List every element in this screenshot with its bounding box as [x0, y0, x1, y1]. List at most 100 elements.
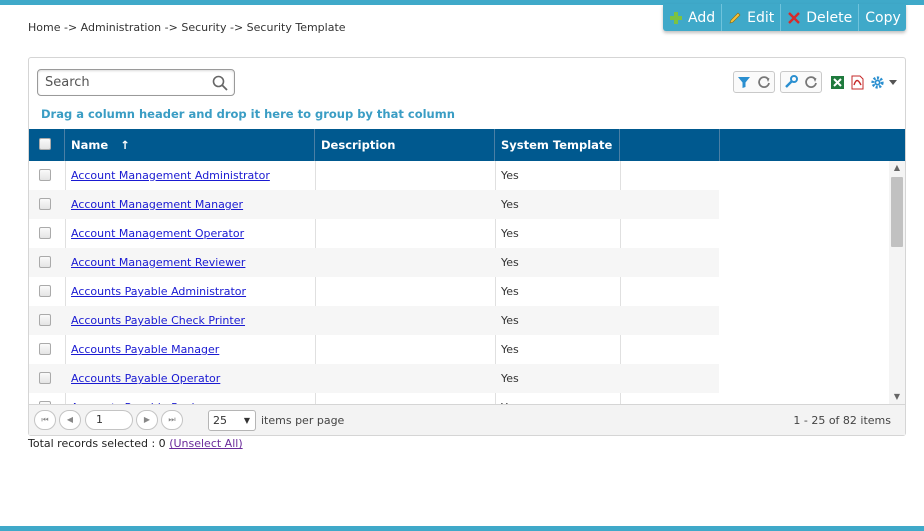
row-checkbox[interactable]	[39, 169, 51, 181]
security-template-grid: Drag a column header and drop it here to…	[28, 57, 906, 436]
grid-header: Name ↑ Description System Template	[29, 129, 905, 161]
selection-summary: Total records selected : 0 (Unselect All…	[28, 437, 243, 450]
last-page-button[interactable]: ⏭	[161, 410, 183, 430]
x-icon	[788, 11, 801, 24]
funnel-icon	[738, 77, 750, 88]
column-header-system-template[interactable]: System Template	[495, 129, 620, 161]
template-name-link[interactable]: Accounts Payable Administrator	[71, 285, 246, 298]
page-size-select[interactable]: 25 ▼	[208, 410, 256, 431]
system-template-cell: Yes	[501, 169, 519, 182]
column-settings-button[interactable]	[781, 72, 801, 92]
reset-columns-button[interactable]	[801, 72, 821, 92]
name-cell: Account Management Manager	[71, 190, 243, 219]
filter-tool-group	[733, 71, 775, 93]
column-header-empty-1	[620, 129, 720, 161]
scroll-down-arrow-icon[interactable]: ▼	[889, 390, 905, 404]
delete-button-label: Delete	[806, 9, 853, 26]
row-checkbox[interactable]	[39, 314, 51, 326]
row-checkbox[interactable]	[39, 372, 51, 384]
name-cell: Accounts Payable Manager	[71, 335, 219, 364]
row-checkbox[interactable]	[39, 227, 51, 239]
table-row[interactable]: Accounts Payable Check Printer Yes	[29, 306, 889, 335]
template-name-link[interactable]: Account Management Manager	[71, 198, 243, 211]
table-row[interactable]: Accounts Payable Manager Yes	[29, 335, 889, 364]
page-size-value: 25	[213, 414, 227, 427]
system-template-cell: Yes	[501, 198, 519, 211]
vertical-scrollbar[interactable]: ▲ ▼	[889, 161, 905, 404]
first-page-button[interactable]: ⏮	[34, 410, 56, 430]
select-all-checkbox[interactable]	[39, 138, 51, 150]
pdf-icon	[851, 75, 863, 89]
wrench-icon	[785, 75, 798, 88]
name-cell: Accounts Payable Reviewer	[71, 393, 222, 404]
column-header-name-label: Name	[71, 138, 109, 152]
search-input[interactable]	[43, 70, 213, 94]
previous-page-button[interactable]: ◀	[59, 410, 81, 430]
row-select-cell	[39, 393, 51, 404]
add-button-label: Add	[688, 9, 716, 26]
pager: ⏮ ◀ 1 ▶ ⏭ 25 ▼ items per page 1 - 25 of …	[29, 404, 905, 435]
table-row[interactable]: Account Management Manager Yes	[29, 190, 889, 219]
row-checkbox[interactable]	[39, 285, 51, 297]
template-name-link[interactable]: Accounts Payable Check Printer	[71, 314, 245, 327]
grid-settings-button[interactable]	[867, 72, 901, 92]
row-checkbox[interactable]	[39, 343, 51, 355]
table-row[interactable]: Account Management Administrator Yes	[29, 161, 889, 190]
group-by-hint: Drag a column header and drop it here to…	[41, 107, 455, 121]
row-select-cell	[39, 306, 51, 335]
template-name-link[interactable]: Account Management Operator	[71, 227, 244, 240]
search-icon[interactable]	[212, 75, 228, 91]
system-template-cell: Yes	[501, 314, 519, 327]
template-name-link[interactable]: Account Management Reviewer	[71, 256, 245, 269]
items-range-label: 1 - 25 of 82 items	[793, 414, 891, 427]
copy-button[interactable]: Copy	[859, 4, 907, 31]
table-row[interactable]: Account Management Operator Yes	[29, 219, 889, 248]
refresh-icon	[758, 76, 770, 88]
system-template-cell: Yes	[501, 285, 519, 298]
column-header-description[interactable]: Description	[315, 129, 495, 161]
row-select-cell	[39, 190, 51, 219]
name-cell: Accounts Payable Check Printer	[71, 306, 245, 335]
page-number-input[interactable]: 1	[85, 410, 133, 430]
name-cell: Account Management Administrator	[71, 161, 270, 190]
unselect-all-link[interactable]: (Unselect All)	[169, 437, 242, 450]
scroll-up-arrow-icon[interactable]: ▲	[889, 161, 905, 175]
template-name-link[interactable]: Accounts Payable Manager	[71, 343, 219, 356]
row-select-cell	[39, 219, 51, 248]
row-checkbox[interactable]	[39, 256, 51, 268]
select-all-cell	[29, 129, 65, 161]
export-pdf-button[interactable]	[847, 72, 867, 92]
edit-button[interactable]: Edit	[722, 4, 782, 31]
table-row[interactable]: Accounts Payable Operator Yes	[29, 364, 889, 393]
row-checkbox[interactable]	[39, 198, 51, 210]
breadcrumb: Home -> Administration -> Security -> Se…	[28, 21, 346, 34]
items-per-page-label: items per page	[261, 414, 345, 427]
grid-body: Account Management Administrator Yes Accou…	[29, 161, 905, 404]
name-cell: Accounts Payable Administrator	[71, 277, 246, 306]
column-header-description-label: Description	[321, 138, 396, 152]
row-select-cell	[39, 161, 51, 190]
delete-button[interactable]: Delete	[781, 4, 860, 31]
caret-down-icon: ▼	[243, 416, 250, 425]
template-name-link[interactable]: Account Management Administrator	[71, 169, 270, 182]
system-template-cell: Yes	[501, 227, 519, 240]
reset-filter-button[interactable]	[754, 72, 774, 92]
refresh-icon	[805, 76, 817, 88]
export-excel-button[interactable]	[827, 72, 847, 92]
table-row[interactable]: Account Management Reviewer Yes	[29, 248, 889, 277]
template-name-link[interactable]: Accounts Payable Operator	[71, 372, 220, 385]
add-button[interactable]: Add	[663, 4, 723, 31]
table-row[interactable]: Accounts Payable Reviewer Yes	[29, 393, 889, 404]
table-row[interactable]: Accounts Payable Administrator Yes	[29, 277, 889, 306]
filter-button[interactable]	[734, 72, 754, 92]
row-select-cell	[39, 248, 51, 277]
search-box	[37, 69, 235, 96]
edit-button-label: Edit	[747, 9, 775, 26]
pencil-icon	[729, 12, 741, 23]
system-template-cell: Yes	[501, 256, 519, 269]
next-page-button[interactable]: ▶	[136, 410, 158, 430]
scroll-thumb[interactable]	[891, 177, 903, 247]
row-select-cell	[39, 335, 51, 364]
column-header-name[interactable]: Name ↑	[65, 129, 315, 161]
column-header-system-template-label: System Template	[501, 138, 613, 152]
